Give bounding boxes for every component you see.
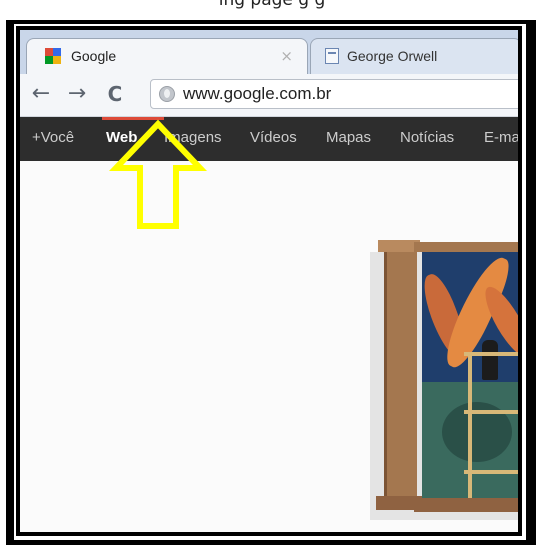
arrow-outline [108, 119, 208, 229]
yellow-up-arrow [108, 119, 208, 229]
gbar-item-videos[interactable]: Vídeos [250, 129, 297, 146]
google-black-bar: +Você Web Imagens Vídeos Mapas Notícias … [20, 117, 518, 161]
tab-google[interactable]: Google × [26, 38, 308, 75]
doodle-pillar-base [376, 496, 422, 510]
globe-icon [159, 86, 175, 102]
tab-strip: Google × George Orwell [20, 30, 518, 75]
doodle-pillar [384, 242, 417, 502]
gbar-item-noticias[interactable]: Notícias [400, 129, 454, 146]
scaffold-plank-top [464, 352, 518, 356]
doodle-painter-figure [482, 340, 498, 380]
browser-viewport: Google × George Orwell ← → C www.google.… [20, 30, 518, 532]
doodle-beam [414, 242, 518, 252]
back-button[interactable]: ← [28, 81, 54, 107]
top-caption: ing page g g [218, 0, 326, 10]
google-favicon-icon [45, 48, 61, 64]
forward-button[interactable]: → [64, 81, 90, 107]
inner-white-border: Google × George Orwell ← → C www.google.… [14, 24, 526, 540]
inner-black-border: Google × George Orwell ← → C www.google.… [16, 26, 522, 536]
browser-toolbar: ← → C www.google.com.br [20, 74, 518, 117]
gbar-item-email[interactable]: E-ma [484, 129, 518, 146]
tab-george-orwell[interactable]: George Orwell [310, 38, 518, 75]
tab-george-orwell-title: George Orwell [347, 48, 438, 64]
gbar-item-mapas[interactable]: Mapas [326, 129, 371, 146]
address-bar[interactable]: www.google.com.br [150, 79, 518, 109]
document-icon [325, 48, 339, 64]
google-doodle[interactable] [364, 240, 518, 530]
doodle-ground [414, 498, 518, 512]
close-tab-icon[interactable]: × [280, 47, 293, 65]
scaffold-pole-left [468, 352, 472, 502]
gbar-item-voce[interactable]: +Você [32, 129, 74, 146]
scaffold-plank-middle [464, 410, 518, 414]
outer-black-frame: Google × George Orwell ← → C www.google.… [6, 20, 536, 545]
reload-button[interactable]: C [102, 81, 128, 107]
scaffold-plank-bottom [464, 470, 518, 474]
url-text: www.google.com.br [183, 84, 332, 103]
tab-google-title: Google [71, 48, 117, 64]
